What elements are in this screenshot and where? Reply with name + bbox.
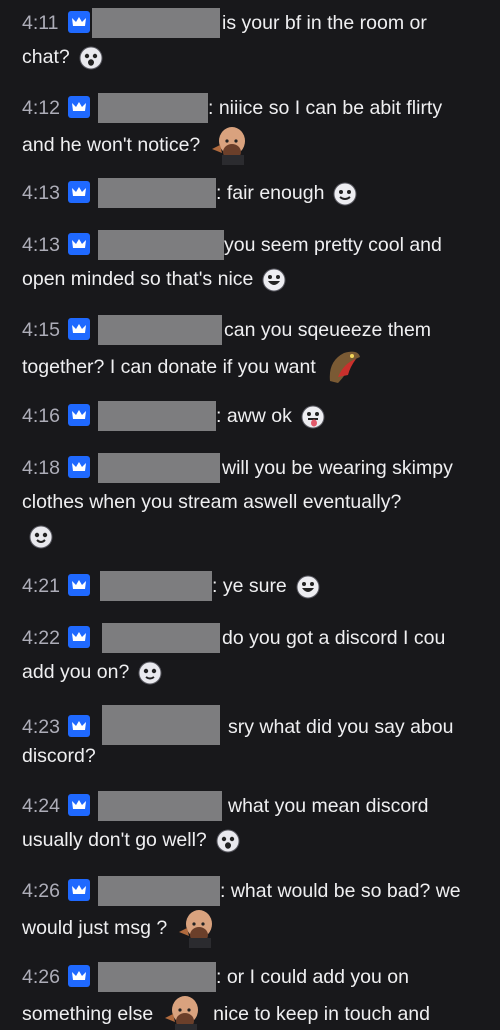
chat-message: 4:12 : niiice so I can be abit flirty and… xyxy=(0,91,500,165)
ghost-face-emote-icon[interactable] xyxy=(28,524,54,550)
message-text: what you mean discord xyxy=(228,795,429,817)
crown-badge-icon xyxy=(68,879,90,901)
redacted-username xyxy=(98,93,208,123)
ghost-face-emote-icon[interactable] xyxy=(137,660,163,686)
redacted-username xyxy=(102,623,220,653)
ghost-face-emote-icon[interactable] xyxy=(215,828,241,854)
redacted-username xyxy=(98,453,220,483)
timestamp: 4:13 xyxy=(22,234,60,256)
crown-badge-icon xyxy=(68,626,90,648)
creature-emote-icon[interactable] xyxy=(324,347,364,387)
chat-message: 4:24 what you mean discord usually don't … xyxy=(0,789,500,857)
message-text: open minded so that's nice xyxy=(22,268,254,290)
message-text: : or I could add you on xyxy=(216,966,409,988)
redacted-username xyxy=(98,962,216,992)
smile-face-emote-icon[interactable] xyxy=(332,181,358,207)
crown-badge-icon xyxy=(68,794,90,816)
redacted-username xyxy=(100,571,212,601)
message-text: will you be wearing skimpy xyxy=(222,457,453,479)
message-text: and he won't notice? xyxy=(22,134,201,156)
timestamp: 4:18 xyxy=(22,457,60,479)
timestamp: 4:24 xyxy=(22,795,60,817)
crown-badge-icon xyxy=(68,96,90,118)
crown-badge-icon xyxy=(68,11,90,33)
crown-badge-icon xyxy=(68,404,90,426)
crown-badge-icon xyxy=(68,233,90,255)
message-text: add you on? xyxy=(22,661,130,683)
redacted-username xyxy=(98,401,216,431)
message-text: sry what did you say abou xyxy=(228,716,454,738)
crown-badge-icon xyxy=(68,181,90,203)
message-text: is your bf in the room or xyxy=(222,12,427,34)
message-text: : fair enough xyxy=(216,182,325,204)
crown-badge-icon xyxy=(68,965,90,987)
crown-badge-icon xyxy=(68,318,90,340)
chat-message: 4:21 : ye sure xyxy=(0,569,500,603)
bald-man-emote-icon[interactable] xyxy=(161,994,205,1030)
bald-man-emote-icon[interactable] xyxy=(175,908,219,948)
chat-message: 4:11 is your bf in the room or chat? xyxy=(0,6,500,74)
redacted-username xyxy=(98,791,222,821)
redacted-username xyxy=(92,8,220,38)
chat-message: 4:13 you seem pretty cool and open minded… xyxy=(0,228,500,296)
crown-badge-icon xyxy=(68,456,90,478)
chat-message: 4:16 : aww ok xyxy=(0,399,500,433)
redacted-username xyxy=(98,315,222,345)
timestamp: 4:16 xyxy=(22,405,60,427)
timestamp: 4:11 xyxy=(22,12,59,34)
message-text: usually don't go well? xyxy=(22,829,207,851)
tongue-face-emote-icon[interactable] xyxy=(300,404,326,430)
message-text: clothes when you stream aswell eventuall… xyxy=(22,491,402,513)
message-text: : what would be so bad? we xyxy=(220,880,461,902)
message-text: chat? xyxy=(22,46,70,68)
grin-face-emote-icon[interactable] xyxy=(261,267,287,293)
redacted-username xyxy=(98,230,224,260)
message-text: nice to keep in touch and xyxy=(213,1003,430,1025)
timestamp: 4:15 xyxy=(22,319,60,341)
bald-man-emote-icon[interactable] xyxy=(208,125,252,165)
timestamp: 4:26 xyxy=(22,880,60,902)
message-text: something else xyxy=(22,1003,154,1025)
crown-badge-icon xyxy=(68,715,90,737)
grin-face-emote-icon[interactable] xyxy=(295,574,321,600)
message-text: : niiice so I can be abit flirty xyxy=(208,97,443,119)
crown-badge-icon xyxy=(68,574,90,596)
chat-message: 4:26 : or I could add you on something el… xyxy=(0,960,500,1030)
message-text: : ye sure xyxy=(212,575,287,597)
chat-panel[interactable]: 4:11 is your bf in the room or chat? 4:12… xyxy=(0,0,500,1030)
timestamp: 4:22 xyxy=(22,627,60,649)
chat-message: 4:22 do you got a discord I cou add you o… xyxy=(0,621,500,689)
message-text: would just msg ? xyxy=(22,917,168,939)
message-text: together? I can donate if you want xyxy=(22,356,316,378)
message-text: : aww ok xyxy=(216,405,292,427)
ghost-face-emote-icon[interactable] xyxy=(78,45,104,71)
chat-message: 4:23 sry what did you say abou discord? xyxy=(0,705,500,773)
message-text: do you got a discord I cou xyxy=(222,627,446,649)
timestamp: 4:21 xyxy=(22,575,60,597)
timestamp: 4:12 xyxy=(22,97,60,119)
timestamp: 4:26 xyxy=(22,966,60,988)
timestamp: 4:13 xyxy=(22,182,60,204)
redacted-username xyxy=(98,178,216,208)
message-text: can you sqeueeze them xyxy=(224,319,432,341)
chat-message: 4:13 : fair enough xyxy=(0,176,500,210)
chat-message: 4:26 : what would be so bad? we would jus… xyxy=(0,874,500,948)
chat-message: 4:15 can you sqeueeze them together? I ca… xyxy=(0,313,500,383)
message-text: you seem pretty cool and xyxy=(224,234,442,256)
message-text: discord? xyxy=(22,745,96,767)
redacted-username xyxy=(98,876,220,906)
chat-message: 4:18 will you be wearing skimpy clothes w… xyxy=(0,451,500,553)
